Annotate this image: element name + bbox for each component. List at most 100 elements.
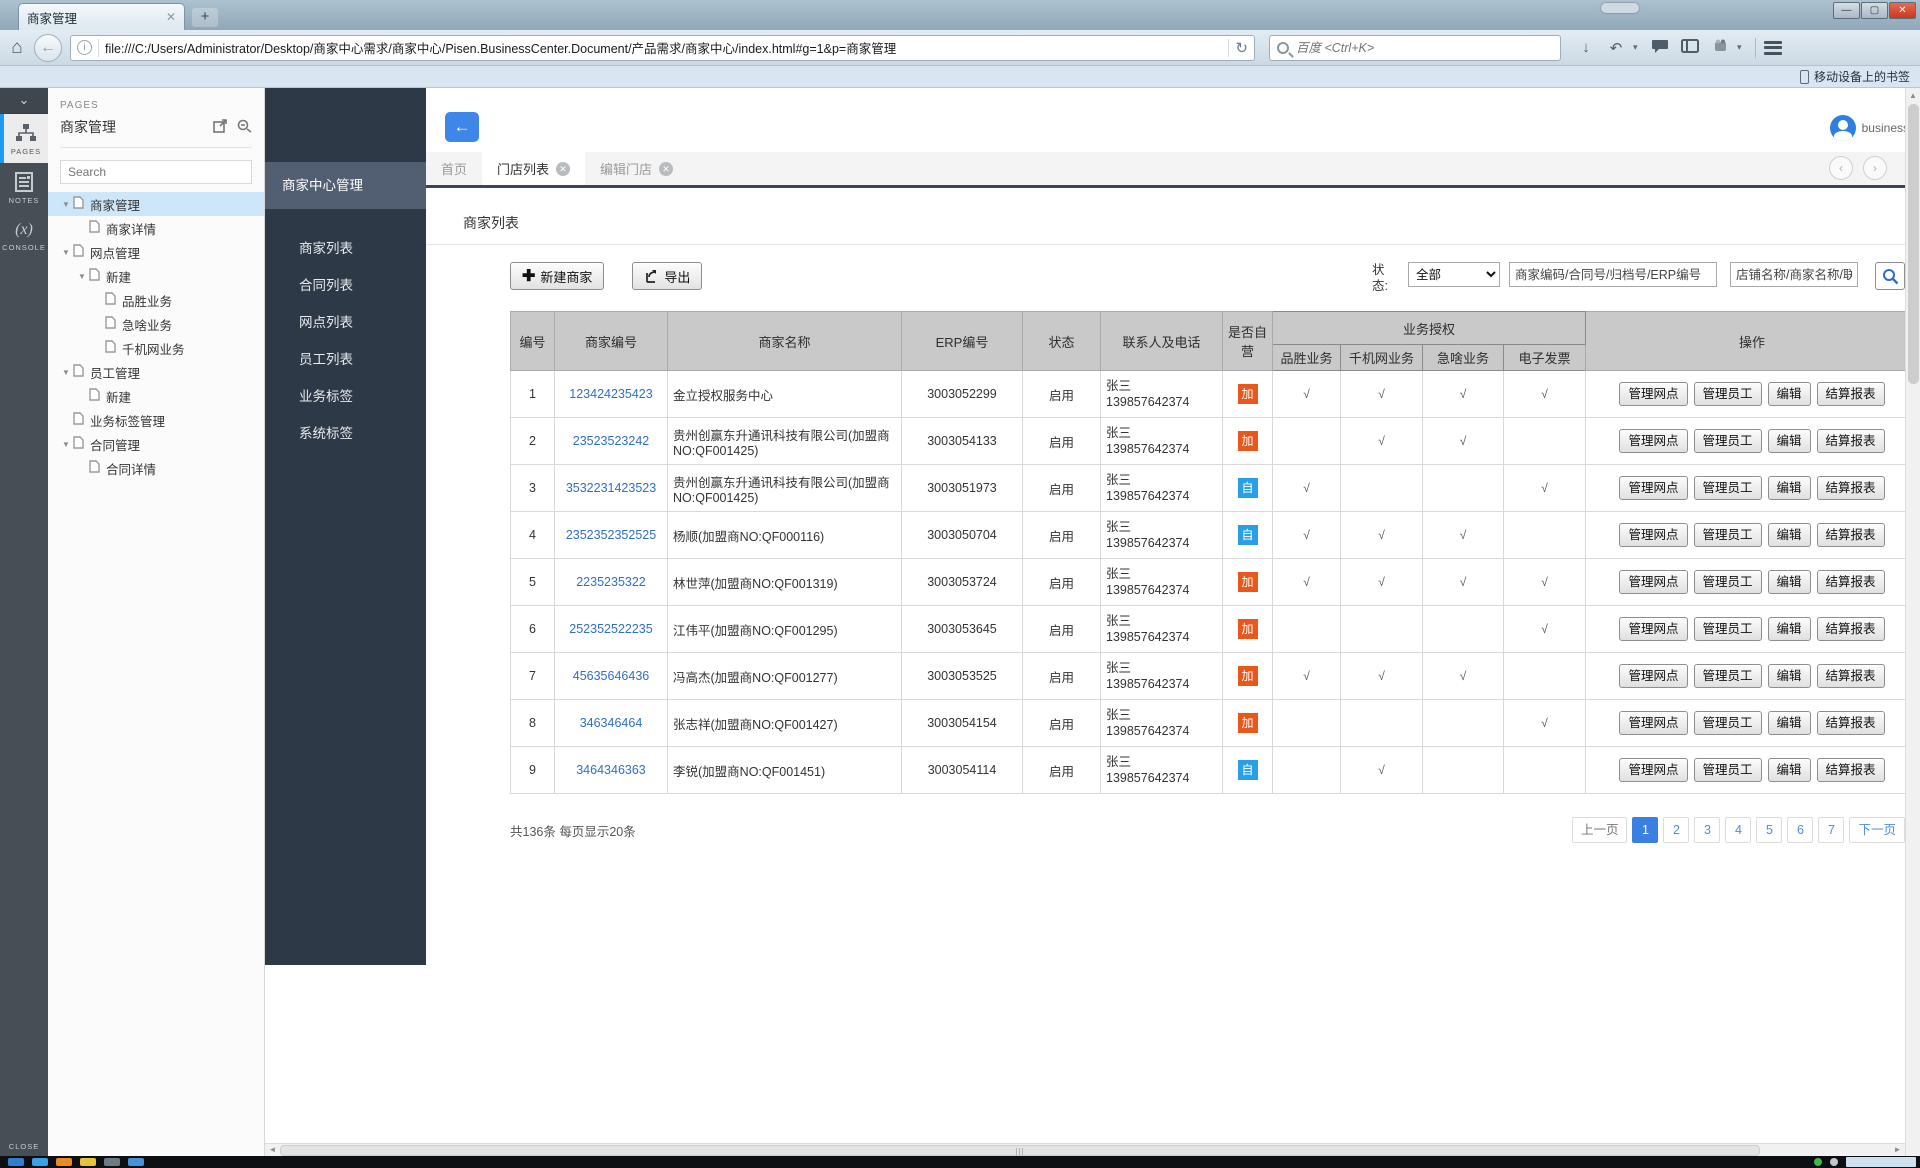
close-viewer-button[interactable]: CLOSE	[0, 1142, 48, 1151]
expand-arrow-icon[interactable]: ▼	[75, 272, 89, 281]
export-icon[interactable]	[213, 119, 228, 136]
row-action-button[interactable]: 管理网点	[1619, 664, 1687, 688]
page-button-1[interactable]: 1	[1632, 817, 1658, 843]
scroll-up-icon[interactable]: ▲	[1906, 88, 1920, 103]
taskbar-app-icon[interactable]	[56, 1158, 72, 1166]
tree-item[interactable]: ▼网点管理	[48, 240, 264, 264]
row-action-button[interactable]: 编辑	[1768, 617, 1811, 641]
page-button-2[interactable]: 2	[1663, 817, 1689, 843]
merchant-no-link[interactable]: 3532231423523	[566, 481, 656, 495]
tree-item[interactable]: ▼合同管理	[48, 432, 264, 456]
merchant-no-link[interactable]: 252352522235	[569, 622, 652, 636]
row-action-button[interactable]: 管理员工	[1694, 617, 1762, 641]
tray-icon[interactable]	[1814, 1158, 1822, 1166]
page-button-3[interactable]: 3	[1694, 817, 1720, 843]
row-action-button[interactable]: 管理员工	[1694, 429, 1762, 453]
expand-arrow-icon[interactable]: ▼	[59, 200, 73, 209]
page-button-4[interactable]: 4	[1725, 817, 1751, 843]
tree-item[interactable]: 千机网业务	[48, 336, 264, 360]
back-icon[interactable]: ←	[34, 34, 62, 62]
new-merchant-button[interactable]: ✚ 新建商家	[510, 262, 604, 290]
sidebar-item-商家列表[interactable]: 商家列表	[265, 230, 426, 267]
row-action-button[interactable]: 管理网点	[1619, 523, 1687, 547]
collapse-all-icon[interactable]	[237, 119, 252, 136]
row-action-button[interactable]: 结算报表	[1817, 758, 1885, 782]
url-text[interactable]: file:///C:/Users/Administrator/Desktop/商…	[105, 38, 1222, 57]
merchant-no-link[interactable]: 23523523242	[573, 434, 649, 448]
tree-item[interactable]: ▼商家管理	[48, 192, 264, 216]
tab-close-icon[interactable]: ✕	[166, 10, 176, 24]
search-button[interactable]	[1875, 262, 1905, 290]
tab-close-icon[interactable]: ✕	[659, 162, 673, 176]
row-action-button[interactable]: 管理员工	[1694, 476, 1762, 500]
page-button-5[interactable]: 5	[1756, 817, 1782, 843]
row-action-button[interactable]: 编辑	[1768, 758, 1811, 782]
expand-arrow-icon[interactable]: ▼	[59, 248, 73, 257]
scroll-left-icon[interactable]: ◄	[265, 1144, 280, 1156]
tab-groups-icon[interactable]	[1677, 39, 1703, 57]
reload-icon[interactable]: ↻	[1235, 39, 1248, 57]
row-action-button[interactable]: 管理网点	[1619, 617, 1687, 641]
tree-item[interactable]: 商家详情	[48, 216, 264, 240]
expand-arrow-icon[interactable]: ▼	[59, 368, 73, 377]
start-button[interactable]	[8, 1158, 24, 1166]
tree-item[interactable]: 合同详情	[48, 456, 264, 480]
tabs-scroll-left-icon[interactable]: ‹	[1829, 156, 1853, 180]
merchant-no-link[interactable]: 2235235322	[576, 575, 646, 589]
row-action-button[interactable]: 管理员工	[1694, 664, 1762, 688]
sidebar-item-员工列表[interactable]: 员工列表	[265, 341, 426, 378]
close-button[interactable]: ✕	[1889, 2, 1916, 19]
site-info-icon[interactable]: i	[77, 40, 92, 55]
sidebar-item-系统标签[interactable]: 系统标签	[265, 415, 426, 452]
row-action-button[interactable]: 管理员工	[1694, 570, 1762, 594]
expand-arrow-icon[interactable]: ▼	[59, 440, 73, 449]
row-action-button[interactable]: 管理员工	[1694, 711, 1762, 735]
page-button-上一页[interactable]: 上一页	[1572, 817, 1628, 843]
row-action-button[interactable]: 编辑	[1768, 429, 1811, 453]
extension-icon[interactable]	[1707, 39, 1733, 57]
store-name-filter-input[interactable]	[1730, 262, 1858, 287]
app-tab[interactable]: 门店列表✕	[482, 152, 585, 185]
row-action-button[interactable]: 结算报表	[1817, 523, 1885, 547]
minimize-button[interactable]: —	[1833, 2, 1860, 19]
taskbar-app-icon[interactable]	[104, 1158, 120, 1166]
row-action-button[interactable]: 编辑	[1768, 664, 1811, 688]
tree-item[interactable]: 品胜业务	[48, 288, 264, 312]
app-back-button[interactable]: ←	[445, 112, 479, 142]
merchant-no-link[interactable]: 123424235423	[569, 387, 652, 401]
sidebar-item-业务标签[interactable]: 业务标签	[265, 378, 426, 415]
row-action-button[interactable]: 管理员工	[1694, 523, 1762, 547]
export-button[interactable]: 导出	[632, 262, 702, 290]
status-filter-select[interactable]: 全部	[1408, 262, 1500, 287]
row-action-button[interactable]: 管理网点	[1619, 570, 1687, 594]
row-action-button[interactable]: 结算报表	[1817, 476, 1885, 500]
taskbar-app-icon[interactable]	[32, 1158, 48, 1166]
merchant-no-link[interactable]: 2352352352525	[566, 528, 656, 542]
tree-item[interactable]: ▼新建	[48, 264, 264, 288]
taskbar-clock[interactable]	[1846, 1157, 1916, 1167]
row-action-button[interactable]: 编辑	[1768, 711, 1811, 735]
row-action-button[interactable]: 管理员工	[1694, 758, 1762, 782]
tree-item[interactable]: 业务标签管理	[48, 408, 264, 432]
row-action-button[interactable]: 管理网点	[1619, 429, 1687, 453]
scroll-right-icon[interactable]: ►	[1890, 1144, 1905, 1156]
vertical-scrollbar[interactable]: ▲	[1905, 88, 1920, 1156]
tool-pages[interactable]: PAGES	[0, 114, 48, 163]
sidebar-item-合同列表[interactable]: 合同列表	[265, 267, 426, 304]
pages-search-input[interactable]	[60, 160, 252, 184]
menu-icon[interactable]	[1764, 38, 1782, 57]
merchant-no-link[interactable]: 45635646436	[573, 669, 649, 683]
tool-notes[interactable]: NOTES	[0, 163, 48, 212]
merchant-no-link[interactable]: 3464346363	[576, 763, 646, 777]
row-action-button[interactable]: 管理网点	[1619, 476, 1687, 500]
row-action-button[interactable]: 管理网点	[1619, 711, 1687, 735]
row-action-button[interactable]: 编辑	[1768, 523, 1811, 547]
extension-dropdown-icon[interactable]: ▾	[1737, 42, 1747, 53]
address-bar[interactable]: i file:///C:/Users/Administrator/Desktop…	[70, 35, 1255, 61]
bookmark-item[interactable]: 移动设备上的书签	[1814, 68, 1910, 85]
row-action-button[interactable]: 结算报表	[1817, 711, 1885, 735]
row-action-button[interactable]: 结算报表	[1817, 570, 1885, 594]
tool-console[interactable]: (x) CONSOLE	[0, 212, 48, 259]
home-icon[interactable]: ⌂	[0, 37, 34, 59]
merchant-code-filter-input[interactable]	[1509, 262, 1717, 287]
